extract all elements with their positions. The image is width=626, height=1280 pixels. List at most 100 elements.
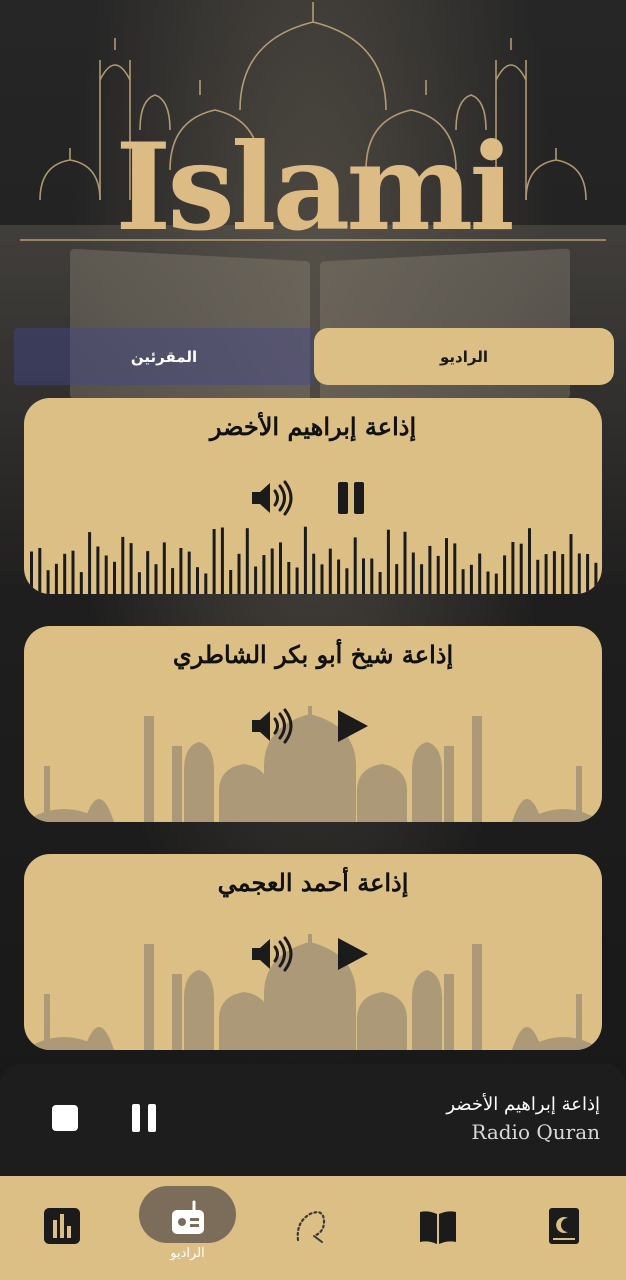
waveform-bar <box>54 563 58 594</box>
waveform-bar <box>328 548 332 594</box>
waveform-bar <box>345 568 349 594</box>
volume-icon[interactable] <box>250 708 296 744</box>
waveform-bar <box>403 531 407 594</box>
audio-waveform <box>30 526 598 594</box>
waveform-bar <box>237 553 241 594</box>
play-icon[interactable] <box>328 708 374 744</box>
waveform-bar <box>586 554 590 594</box>
waveform-bar <box>511 542 515 594</box>
waveform-bar <box>469 564 473 594</box>
waveform-bar <box>428 545 432 594</box>
waveform-bar <box>154 564 158 594</box>
waveform-bar <box>113 561 116 594</box>
app-logo: Islami <box>115 117 515 258</box>
tab-reciters[interactable]: المقرئين <box>14 328 314 385</box>
waveform-bar <box>420 564 424 594</box>
waveform-bar <box>503 555 507 594</box>
waveform-bar <box>171 568 175 594</box>
waveform-bar <box>411 552 415 594</box>
waveform-bar <box>486 571 490 594</box>
waveform-bar <box>187 551 191 594</box>
prayer-beads-icon <box>296 1211 326 1243</box>
waveform-bar <box>270 548 274 594</box>
radio-icon <box>172 1200 204 1234</box>
nav-item-quran[interactable] <box>514 1176 614 1280</box>
waveform-bar <box>179 548 183 594</box>
waveform-bar <box>478 553 482 594</box>
waveform-bar <box>38 548 42 594</box>
station-name: إذاعة إبراهيم الأخضر <box>209 412 417 441</box>
waveform-bar <box>395 564 399 594</box>
waveform-bar <box>436 555 440 594</box>
waveform-bar <box>220 527 224 594</box>
bottom-navigation: الراديو <box>0 1176 626 1280</box>
waveform-bar <box>245 528 249 594</box>
station-card[interactable]: إذاعة شيخ أبو بكر الشاطري <box>24 626 602 822</box>
waveform-bar <box>544 554 548 594</box>
waveform-bar <box>96 546 100 594</box>
nav-item-hadith[interactable] <box>388 1176 488 1280</box>
nav-item-sebha[interactable] <box>262 1176 362 1280</box>
stop-icon[interactable] <box>52 1105 78 1131</box>
waveform-bar <box>79 572 83 594</box>
nav-item-label: الراديو <box>170 1246 205 1261</box>
waveform-bar <box>137 572 141 594</box>
mini-player: إذاعة إبراهيم الأخضر Radio Quran <box>0 1064 626 1176</box>
waveform-bar <box>362 558 365 594</box>
waveform-bar <box>204 573 208 594</box>
station-card[interactable]: إذاعة أحمد العجمي <box>24 854 602 1050</box>
waveform-bar <box>262 555 266 594</box>
waveform-bar <box>461 569 465 594</box>
waveform-bar <box>279 542 282 594</box>
waveform-bar <box>378 572 382 594</box>
waveform-bar <box>146 551 150 594</box>
waveform-bar <box>552 551 556 594</box>
pause-icon[interactable] <box>328 480 374 516</box>
waveform-bar <box>312 553 316 594</box>
waveform-bar <box>63 553 67 594</box>
station-card[interactable]: إذاعة إبراهيم الأخضر <box>24 398 602 594</box>
waveform-bar <box>229 570 233 594</box>
waveform-bar <box>196 567 199 594</box>
nav-item-radio[interactable] <box>138 1176 238 1280</box>
waveform-bar <box>445 538 448 594</box>
nav-item-stats[interactable] <box>12 1176 112 1280</box>
waveform-bar <box>519 543 523 594</box>
player-station-name: إذاعة إبراهيم الأخضر <box>446 1094 600 1115</box>
book-open-icon <box>420 1211 456 1244</box>
volume-icon[interactable] <box>250 936 296 972</box>
waveform-bar <box>129 543 133 594</box>
tab-bar: المقرئين الراديو <box>14 328 614 385</box>
waveform-bar <box>46 570 50 594</box>
volume-icon[interactable] <box>250 480 296 516</box>
waveform-bar <box>577 553 581 594</box>
waveform-bar <box>162 542 166 594</box>
waveform-bar <box>561 554 565 594</box>
waveform-bar <box>453 543 457 594</box>
waveform-bar <box>337 559 341 594</box>
waveform-bar <box>295 567 299 594</box>
waveform-bar <box>320 564 324 594</box>
waveform-bar <box>104 555 108 594</box>
play-icon[interactable] <box>328 936 374 972</box>
waveform-bar <box>121 536 125 594</box>
station-name: إذاعة شيخ أبو بكر الشاطري <box>172 640 454 669</box>
waveform-bar <box>212 529 216 594</box>
tab-radio[interactable]: الراديو <box>314 328 614 385</box>
player-subtitle: Radio Quran <box>471 1120 600 1144</box>
waveform-bar <box>528 528 531 594</box>
pause-icon[interactable] <box>132 1104 156 1132</box>
waveform-bar <box>88 532 92 594</box>
stats-icon <box>44 1208 80 1244</box>
waveform-bar <box>353 537 357 594</box>
waveform-bar <box>370 558 374 594</box>
waveform-bar <box>254 566 258 594</box>
station-name: إذاعة أحمد العجمي <box>217 868 409 897</box>
waveform-bar <box>494 573 498 594</box>
quran-icon <box>549 1208 579 1244</box>
waveform-bar <box>594 562 598 594</box>
waveform-bar <box>30 551 33 594</box>
waveform-bar <box>71 550 75 594</box>
waveform-bar <box>386 529 390 594</box>
waveform-bar <box>287 562 291 594</box>
